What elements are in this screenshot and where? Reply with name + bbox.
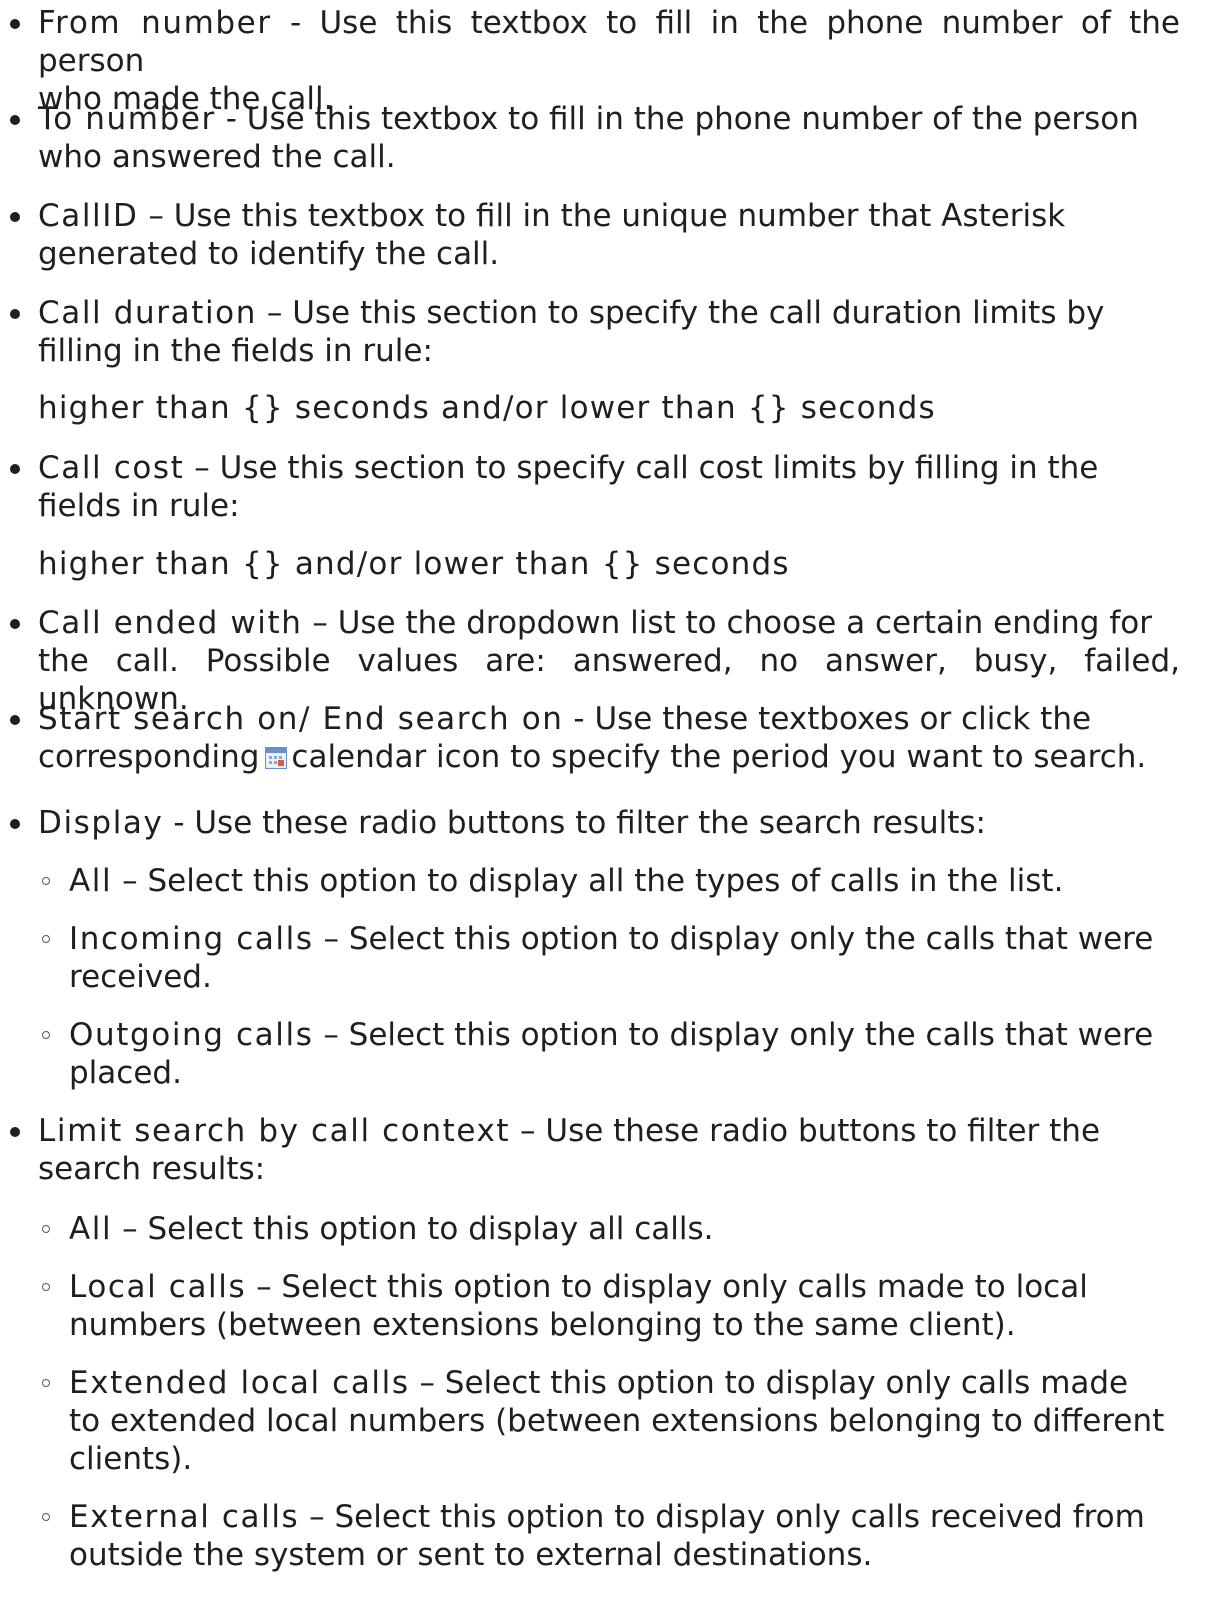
item-label: Call duration (38, 295, 257, 331)
sub-bullet (42, 1225, 50, 1233)
item-label: Start search on/ End search on (38, 701, 564, 737)
item-description: - Use these textboxes or click the (563, 701, 1092, 737)
sub-bullet (42, 877, 50, 885)
sub-item-description: – Select this option to display only cal… (299, 1499, 1145, 1535)
help-document: From number - Use this textbox to fill i… (0, 0, 1219, 1598)
sub-item-label: Incoming calls (69, 921, 314, 957)
sub-item-description: – Select this option to display only cal… (409, 1365, 1129, 1401)
item-description: – Use these radio buttons to filter the (510, 1113, 1101, 1149)
item-description-cont-2: calendar icon to specify the period you … (291, 739, 1147, 775)
sub-item-description-cont-2: clients). (69, 1441, 193, 1477)
item-description: – Use this section to specify the call d… (256, 295, 1105, 331)
sub-item-label: All (69, 1211, 113, 1247)
sub-item-description-cont: placed. (69, 1055, 182, 1091)
item-label: From number (38, 5, 272, 41)
item-description-cont: fields in rule: (38, 488, 240, 524)
sub-item-label: Outgoing calls (69, 1017, 314, 1053)
item-label: CallID (38, 198, 139, 234)
sub-bullet (42, 1379, 50, 1387)
sub-item-label: All (69, 863, 113, 899)
sub-item-description-cont: to extended local numbers (between exten… (69, 1403, 1165, 1439)
sub-item-description: – Select this option to display only the… (313, 921, 1154, 957)
sub-item-description: – Select this option to display all the … (112, 863, 1064, 899)
item-label: To number (38, 101, 216, 137)
item-description: – Use this section to specify call cost … (184, 450, 1099, 486)
bullet (10, 619, 20, 629)
sub-bullet (42, 1283, 50, 1291)
item-description: – Use the dropdown list to choose a cert… (302, 605, 1152, 641)
item-description-cont: generated to identify the call. (38, 236, 500, 272)
cost-rule: higher than {} and/or lower than {} seco… (38, 546, 790, 582)
item-description-cont: filling in the fields in rule: (38, 333, 433, 369)
bullet (10, 212, 20, 222)
sub-item-description: – Select this option to display all call… (112, 1211, 714, 1247)
sub-item-description-cont: numbers (between extensions belonging to… (69, 1307, 1016, 1343)
calendar-icon (265, 747, 288, 769)
bullet (10, 1127, 20, 1137)
sub-item-description-cont: outside the system or sent to external d… (69, 1537, 873, 1573)
bullet (10, 115, 20, 125)
sub-item-description: – Select this option to display only the… (313, 1017, 1154, 1053)
item-label: Call cost (38, 450, 185, 486)
item-description-cont: search results: (38, 1151, 266, 1187)
bullet (10, 464, 20, 474)
item-description-cont: corresponding (38, 739, 260, 775)
sub-bullet (42, 1513, 50, 1521)
sub-item-label: External calls (69, 1499, 300, 1535)
item-description-cont: who answered the call. (38, 139, 396, 175)
sub-item-label: Local calls (69, 1269, 247, 1305)
bullet (10, 715, 20, 725)
bullet (10, 819, 20, 829)
duration-rule: higher than {} seconds and/or lower than… (38, 390, 936, 426)
sub-item-description: – Select this option to display only cal… (246, 1269, 1088, 1305)
item-description: - Use these radio buttons to filter the … (163, 805, 986, 841)
sub-item-description-cont: received. (69, 959, 212, 995)
sub-item-label: Extended local calls (69, 1365, 410, 1401)
bullet (10, 19, 20, 29)
item-description: – Use this textbox to fill in the unique… (138, 198, 1066, 234)
sub-bullet (42, 1031, 50, 1039)
item-description: - Use this textbox to fill in the phone … (215, 101, 1139, 137)
item-label: Call ended with (38, 605, 303, 641)
bullet (10, 309, 20, 319)
item-label: Limit search by call context (38, 1113, 511, 1149)
sub-bullet (42, 935, 50, 943)
item-label: Display (38, 805, 164, 841)
